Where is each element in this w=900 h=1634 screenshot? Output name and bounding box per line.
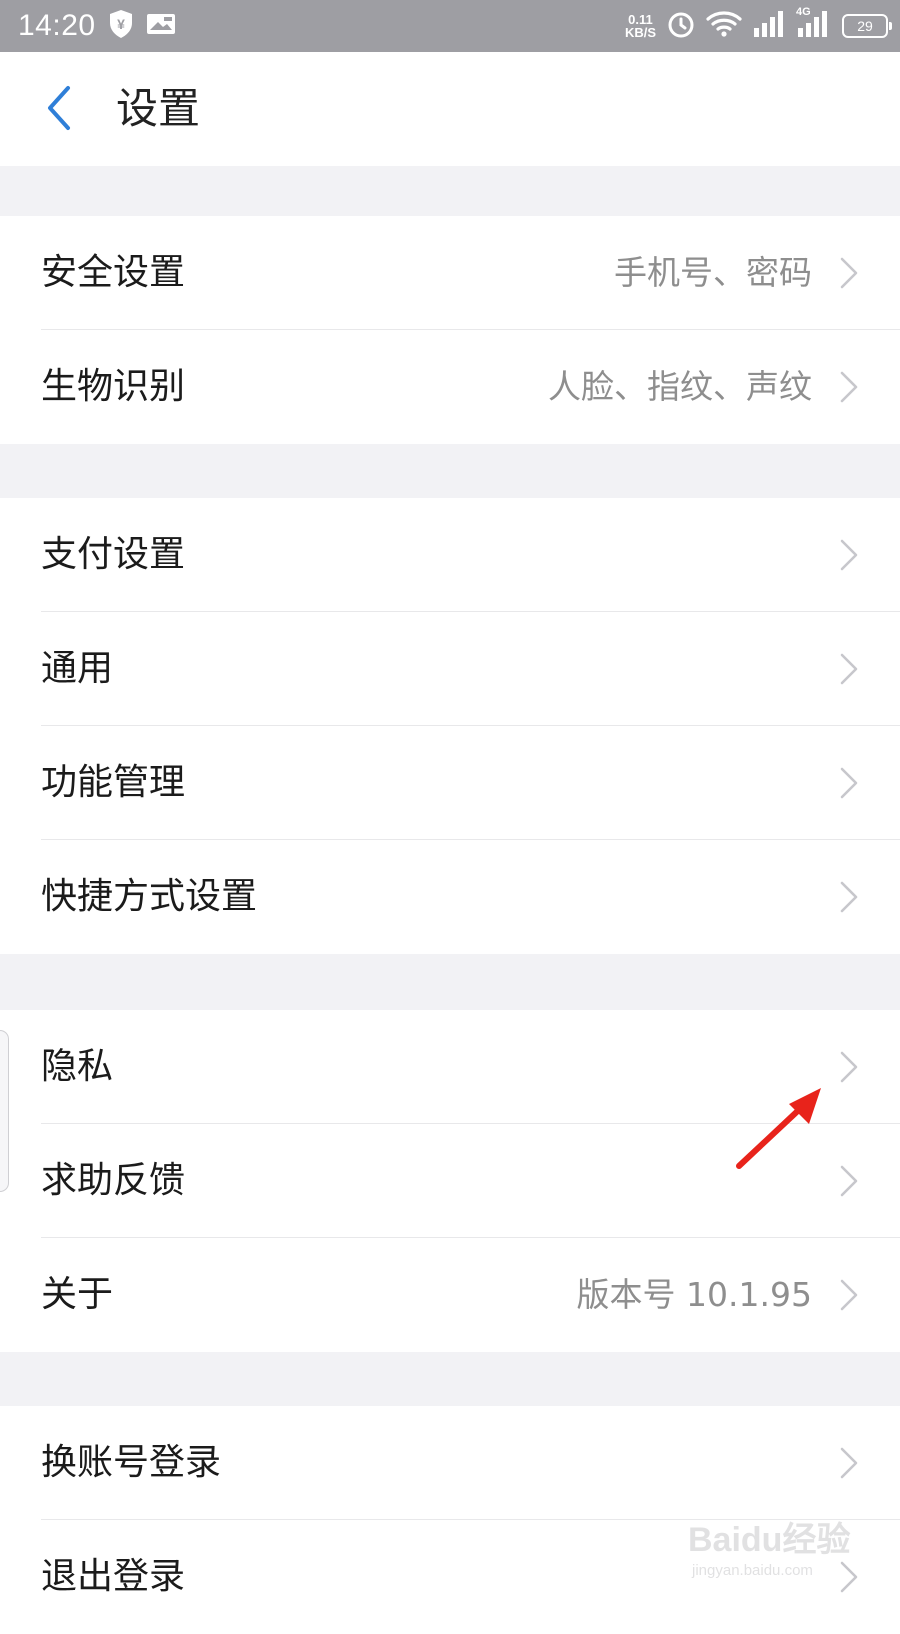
signal-icon bbox=[752, 10, 786, 42]
row-label: 快捷方式设置 bbox=[41, 876, 258, 917]
row-label: 换账号登录 bbox=[41, 1442, 222, 1483]
row-label: 支付设置 bbox=[41, 534, 186, 575]
row-label: 生物识别 bbox=[41, 366, 186, 407]
row-label: 关于 bbox=[41, 1274, 114, 1315]
row-value: 版本号 10.1.95 bbox=[576, 1275, 812, 1314]
settings-row-shortcuts[interactable]: 快捷方式设置 bbox=[0, 840, 900, 954]
chevron-right-icon bbox=[840, 1051, 858, 1083]
settings-row-feature-management[interactable]: 功能管理 bbox=[0, 726, 900, 840]
row-value: 手机号、密码 bbox=[614, 253, 812, 292]
row-label: 功能管理 bbox=[41, 762, 186, 803]
status-time: 14:20 bbox=[18, 9, 96, 42]
chevron-right-icon bbox=[840, 653, 858, 685]
settings-row-general[interactable]: 通用 bbox=[0, 612, 900, 726]
header: 设置 bbox=[0, 52, 900, 166]
row-label: 安全设置 bbox=[41, 252, 186, 293]
battery-icon: 29 bbox=[842, 14, 892, 38]
settings-row-switch-account[interactable]: 换账号登录 bbox=[0, 1406, 900, 1520]
watermark: Baidu经验 jingyan.baidu.com bbox=[688, 1512, 888, 1594]
network-type-label: 4G bbox=[796, 6, 811, 18]
status-bar: 14:20 ¥ 0.11 KB/S 4G 29 bbox=[0, 0, 900, 52]
settings-row-security[interactable]: 安全设置 手机号、密码 bbox=[0, 216, 900, 330]
chevron-right-icon bbox=[840, 881, 858, 913]
chevron-right-icon bbox=[840, 371, 858, 403]
signal-4g-icon: 4G bbox=[796, 6, 832, 42]
chevron-right-icon bbox=[840, 1279, 858, 1311]
edge-swipe-handle[interactable] bbox=[0, 1030, 9, 1192]
row-label: 通用 bbox=[41, 648, 114, 689]
settings-row-biometrics[interactable]: 生物识别 人脸、指纹、声纹 bbox=[0, 330, 900, 444]
svg-text:¥: ¥ bbox=[117, 16, 125, 32]
settings-group-account-security: 安全设置 手机号、密码 生物识别 人脸、指纹、声纹 bbox=[0, 216, 900, 444]
annotation-arrow-icon bbox=[736, 1088, 821, 1169]
row-label: 隐私 bbox=[41, 1046, 114, 1087]
chevron-left-icon bbox=[48, 86, 70, 130]
status-right: 0.11 KB/S 4G 29 bbox=[625, 0, 892, 52]
settings-row-about[interactable]: 关于 版本号 10.1.95 bbox=[0, 1238, 900, 1352]
watermark-brand: Baidu经验 bbox=[688, 1521, 851, 1559]
chevron-right-icon bbox=[840, 1447, 858, 1479]
chevron-right-icon bbox=[840, 1165, 858, 1197]
settings-group-privacy-about: 隐私 求助反馈 关于 版本号 10.1.95 bbox=[0, 1010, 900, 1352]
watermark-url: jingyan.baidu.com bbox=[692, 1562, 813, 1579]
back-button[interactable] bbox=[38, 80, 82, 136]
chevron-right-icon bbox=[840, 539, 858, 571]
page-title: 设置 bbox=[116, 84, 201, 133]
shield-yen-icon: ¥ bbox=[108, 9, 134, 43]
status-left: 14:20 ¥ bbox=[18, 0, 176, 52]
row-value: 人脸、指纹、声纹 bbox=[548, 367, 812, 406]
settings-row-payment[interactable]: 支付设置 bbox=[0, 498, 900, 612]
chevron-right-icon bbox=[840, 257, 858, 289]
alarm-icon bbox=[666, 9, 696, 43]
wifi-icon bbox=[706, 10, 742, 42]
row-label: 求助反馈 bbox=[41, 1160, 186, 1201]
chevron-right-icon bbox=[840, 767, 858, 799]
battery-level: 29 bbox=[857, 18, 873, 34]
image-notification-icon bbox=[146, 11, 176, 41]
settings-group-general: 支付设置 通用 功能管理 快捷方式设置 bbox=[0, 498, 900, 954]
row-label: 退出登录 bbox=[41, 1556, 186, 1597]
net-speed: 0.11 KB/S bbox=[625, 13, 656, 39]
net-speed-unit: KB/S bbox=[624, 25, 656, 40]
